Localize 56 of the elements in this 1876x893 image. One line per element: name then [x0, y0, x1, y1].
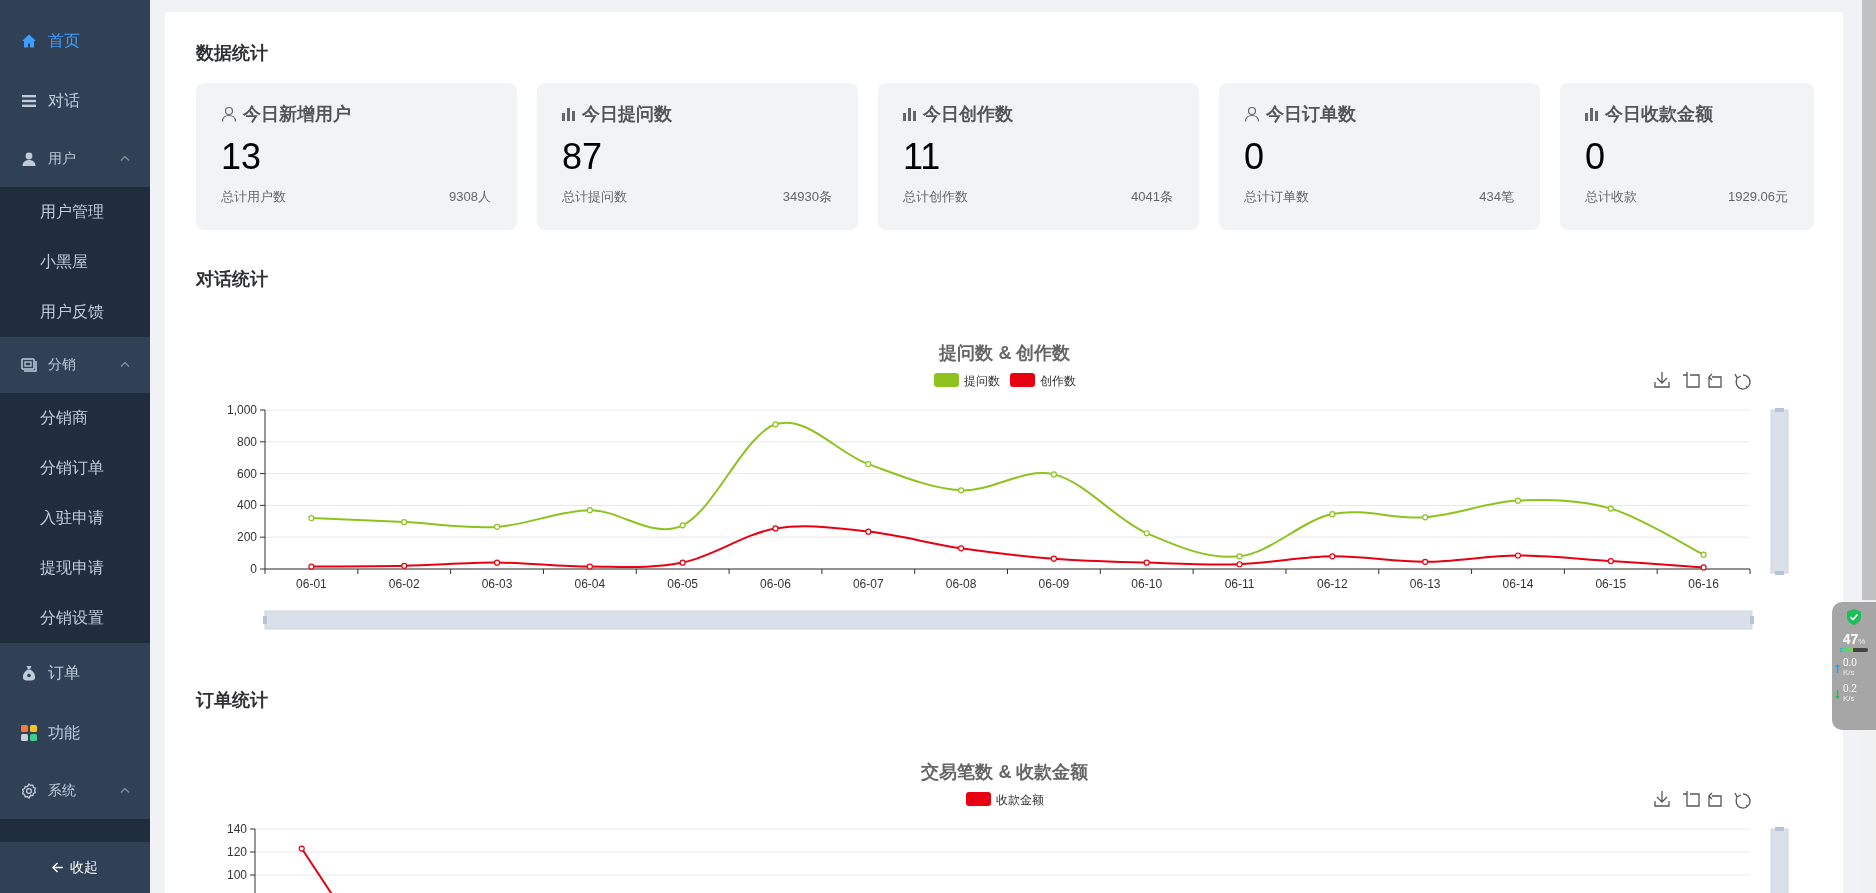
- section-heading: 对话统计: [196, 268, 269, 291]
- chart-title: 提问数 & 创作数: [939, 343, 1071, 363]
- axis-label: 06-12: [1317, 577, 1348, 591]
- total-label: 总计订单数: [1244, 188, 1309, 206]
- stat-value: 87: [562, 135, 603, 179]
- card-title: 今日创作数: [923, 103, 1013, 126]
- total-value: 9308人: [449, 188, 491, 206]
- axis-label: 06-10: [1131, 577, 1163, 591]
- axis-label: 06-06: [760, 577, 791, 591]
- axis-label: 06-01: [296, 577, 327, 591]
- axis-label: 06-16: [1688, 577, 1719, 591]
- axis-label: 100: [226, 868, 247, 882]
- stat-value: 13: [221, 135, 262, 179]
- axis-label: 06-04: [574, 577, 606, 591]
- upload-speed: 0.0: [1843, 658, 1857, 668]
- axis-label: 0: [250, 562, 257, 576]
- total-value: 4041条: [1131, 188, 1173, 206]
- axis-label: 800: [236, 434, 257, 449]
- axis-label: 1,000: [226, 403, 257, 417]
- axis-label: 06-03: [481, 577, 513, 591]
- axis-label: 200: [236, 530, 257, 545]
- total-label: 总计用户数: [221, 188, 286, 206]
- card-title: 今日订单数: [1266, 103, 1356, 126]
- total-value: 34930条: [782, 188, 832, 206]
- total-label: 总计收款: [1585, 188, 1637, 206]
- stat-value: 0: [1244, 135, 1265, 179]
- percent-unit: %: [1858, 637, 1866, 646]
- axis-label: 06-14: [1502, 577, 1534, 591]
- axis-label: 140: [226, 822, 247, 836]
- total-label: 总计提问数: [562, 188, 627, 206]
- percent-value: 47: [1842, 631, 1859, 647]
- axis-label: 06-09: [1038, 577, 1070, 591]
- axis-label: 600: [236, 466, 257, 481]
- stat-value: 0: [1585, 135, 1606, 179]
- total-value: 434笔: [1479, 188, 1514, 206]
- axis-label: 06-08: [945, 577, 977, 591]
- axis-label: 06-07: [852, 577, 884, 591]
- axis-label: 06-13: [1409, 577, 1441, 591]
- axis-label: 06-11: [1224, 577, 1255, 591]
- download-speed: 0.2: [1843, 684, 1857, 694]
- axis-label: 400: [236, 498, 257, 513]
- axis-label: 06-15: [1595, 577, 1627, 591]
- axis-label: 06-02: [388, 577, 420, 591]
- total-value: 1929.06元: [1728, 188, 1788, 206]
- total-label: 总计创作数: [903, 188, 968, 206]
- card-title: 今日新增用户: [243, 103, 351, 126]
- axis-label: 120: [226, 845, 247, 859]
- section-heading: 订单统计: [196, 689, 269, 712]
- axis-label: 06-05: [667, 577, 698, 591]
- section-heading: 数据统计: [196, 42, 269, 65]
- card-title: 今日提问数: [582, 103, 672, 126]
- chart-title: 交易笔数 & 收款金额: [921, 762, 1089, 782]
- stat-value: 11: [903, 135, 941, 179]
- card-title: 今日收款金额: [1605, 103, 1713, 126]
- speed-unit: K/s: [1843, 694, 1856, 704]
- speed-unit: K/s: [1843, 668, 1856, 678]
